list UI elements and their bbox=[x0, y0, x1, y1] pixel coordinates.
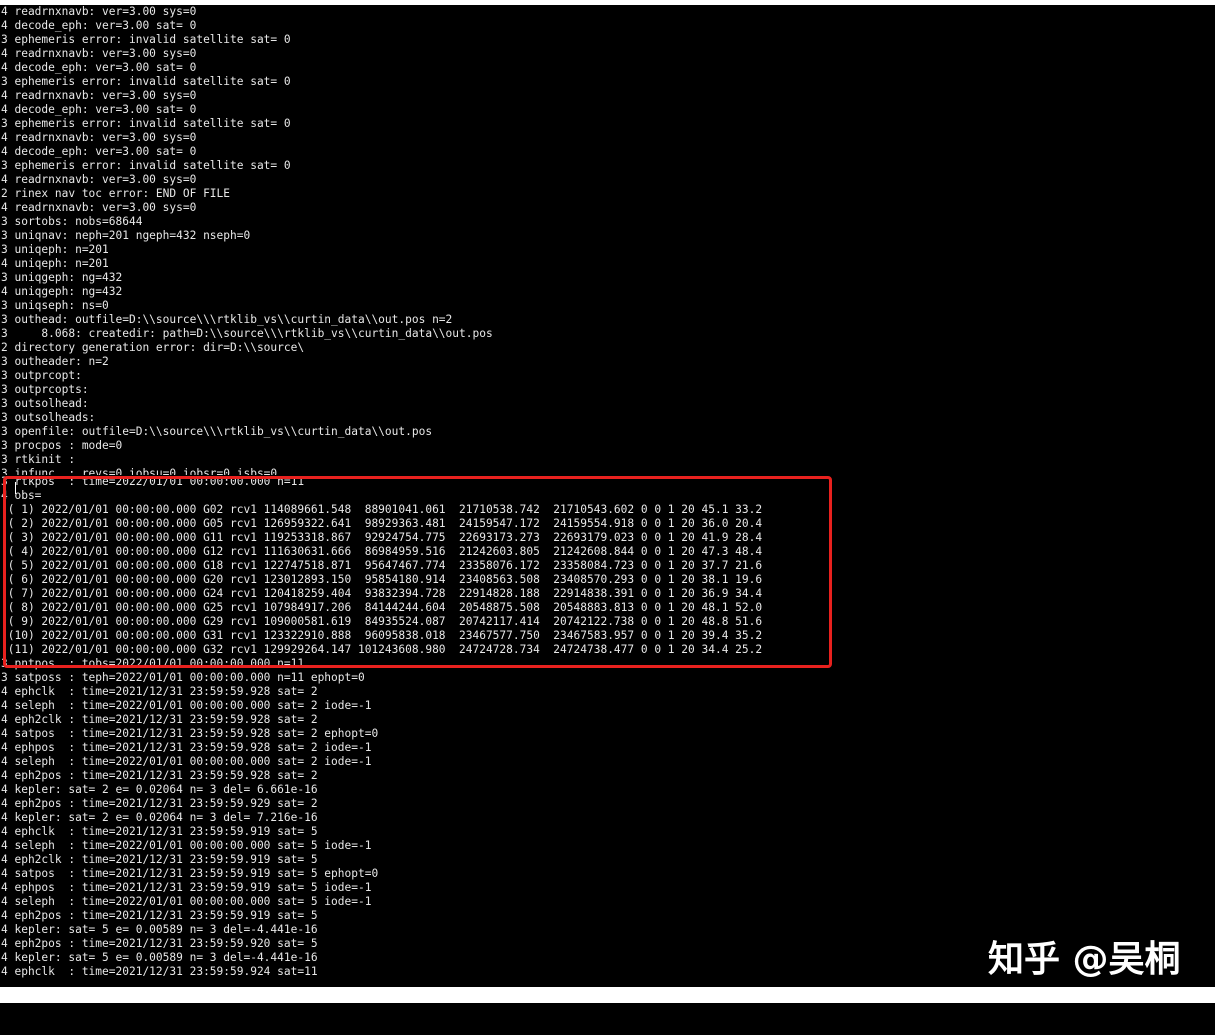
trace-line: 4 ephpos : time=2021/12/31 23:59:59.919 … bbox=[1, 881, 372, 894]
trace-line: 3 satposs : teph=2022/01/01 00:00:00.000… bbox=[1, 671, 365, 684]
trace-line: 4 eph2clk : time=2021/12/31 23:59:59.919… bbox=[1, 853, 318, 866]
trace-line: 3 rtkinit : bbox=[1, 453, 76, 466]
trace-line: 3 ephemeris error: invalid satellite sat… bbox=[1, 159, 291, 172]
trace-line: 4 readrnxnavb: ver=3.00 sys=0 bbox=[1, 131, 197, 144]
trace-line: 3 ephemeris error: invalid satellite sat… bbox=[1, 117, 291, 130]
trace-line: 4 ephclk : time=2021/12/31 23:59:59.924 … bbox=[1, 965, 318, 978]
status-bar: ./out.pos.trace [dos] (16:32 21/08/2022) bbox=[0, 987, 1215, 1023]
trace-line: 3 8.068: createdir: path=D:\\source\\\rt… bbox=[1, 327, 493, 340]
trace-line: ( 3) 2022/01/01 00:00:00.000 G11 rcv1 11… bbox=[1, 531, 763, 544]
trace-line: ( 1) 2022/01/01 00:00:00.000 G02 rcv1 11… bbox=[1, 503, 763, 516]
trace-line: ( 8) 2022/01/01 00:00:00.000 G25 rcv1 10… bbox=[1, 601, 763, 614]
trace-line: 3 openfile: outfile=D:\\source\\\rtklib_… bbox=[1, 425, 433, 438]
trace-line: 4 eph2pos : time=2021/12/31 23:59:59.929… bbox=[1, 797, 318, 810]
trace-line: 3 outhead: outfile=D:\\source\\\rtklib_v… bbox=[1, 313, 453, 326]
trace-line: ( 2) 2022/01/01 00:00:00.000 G05 rcv1 12… bbox=[1, 517, 763, 530]
trace-line: 4 uniqeph: n=201 bbox=[1, 257, 109, 270]
trace-line: 3 ephemeris error: invalid satellite sat… bbox=[1, 75, 291, 88]
trace-line: 4 readrnxnavb: ver=3.00 sys=0 bbox=[1, 47, 197, 60]
trace-line: 4 ephpos : time=2021/12/31 23:59:59.928 … bbox=[1, 741, 372, 754]
trace-line: 3 rtkpos : time=2022/01/01 00:00:00.000 … bbox=[1, 475, 305, 488]
trace-line: 4 kepler: sat= 2 e= 0.02064 n= 3 del= 6.… bbox=[1, 783, 318, 796]
trace-line: 2 rinex nav toc error: END OF FILE bbox=[1, 187, 231, 200]
trace-line: 4 kepler: sat= 5 e= 0.00589 n= 3 del=-4.… bbox=[1, 923, 318, 936]
trace-line: 4 eph2pos : time=2021/12/31 23:59:59.920… bbox=[1, 937, 318, 950]
status-bar-text: ./out.pos.trace [dos] (16:32 21/08/2022) bbox=[1, 1010, 271, 1023]
trace-line: 3 uniqeph: n=201 bbox=[1, 243, 109, 256]
trace-line: ( 4) 2022/01/01 00:00:00.000 G12 rcv1 11… bbox=[1, 545, 763, 558]
trace-line: 4 decode_eph: ver=3.00 sat= 0 bbox=[1, 103, 197, 116]
trace-line: 4 readrnxnavb: ver=3.00 sys=0 bbox=[1, 173, 197, 186]
trace-line: 4 decode_eph: ver=3.00 sat= 0 bbox=[1, 61, 197, 74]
trace-line: 4 seleph : time=2022/01/01 00:00:00.000 … bbox=[1, 755, 372, 768]
trace-line: 3 outprcopt: bbox=[1, 369, 82, 382]
trace-line: 4 seleph : time=2022/01/01 00:00:00.000 … bbox=[1, 895, 372, 908]
trace-line: 4 satpos : time=2021/12/31 23:59:59.928 … bbox=[1, 727, 379, 740]
trace-line: 2 directory generation error: dir=D:\\so… bbox=[1, 341, 305, 354]
trace-line: 4 satpos : time=2021/12/31 23:59:59.919 … bbox=[1, 867, 379, 880]
trace-line: 4 seleph : time=2022/01/01 00:00:00.000 … bbox=[1, 839, 372, 852]
trace-line: 3 uniqseph: ns=0 bbox=[1, 299, 109, 312]
trace-line: 4 readrnxnavb: ver=3.00 sys=0 bbox=[1, 201, 197, 214]
trace-line: 4 kepler: sat= 5 e= 0.00589 n= 3 del=-4.… bbox=[1, 951, 318, 964]
trace-line: 4 obs= bbox=[1, 489, 42, 502]
trace-line: 4 readrnxnavb: ver=3.00 sys=0 bbox=[1, 5, 197, 18]
trace-line: 3 infunc : revs=0 iobsu=0 iobsr=0 isbs=0 bbox=[1, 467, 278, 475]
trace-line: 4 decode_eph: ver=3.00 sat= 0 bbox=[1, 145, 197, 158]
trace-line: 4 eph2clk : time=2021/12/31 23:59:59.928… bbox=[1, 713, 318, 726]
trace-line: ( 5) 2022/01/01 00:00:00.000 G18 rcv1 12… bbox=[1, 559, 763, 572]
trace-line: ( 9) 2022/01/01 00:00:00.000 G29 rcv1 10… bbox=[1, 615, 763, 628]
trace-line: (10) 2022/01/01 00:00:00.000 G31 rcv1 12… bbox=[1, 629, 763, 642]
trace-line: 3 sortobs: nobs=68644 bbox=[1, 215, 143, 228]
trace-line: 4 kepler: sat= 2 e= 0.02064 n= 3 del= 7.… bbox=[1, 811, 318, 824]
trace-line: 3 outprcopts: bbox=[1, 383, 89, 396]
trace-line: 4 seleph : time=2022/01/01 00:00:00.000 … bbox=[1, 699, 372, 712]
terminal-output[interactable]: 4 readrnxnavb: ver=3.00 sys=0 4 decode_ep… bbox=[0, 0, 1215, 987]
trace-line: 3 outsolheads: bbox=[1, 411, 96, 424]
text-cursor bbox=[15, 482, 16, 494]
zhihu-watermark: 知乎 @吴桐 bbox=[988, 939, 1181, 980]
trace-line: (11) 2022/01/01 00:00:00.000 G32 rcv1 12… bbox=[1, 643, 763, 656]
trace-line: 4 ephclk : time=2021/12/31 23:59:59.928 … bbox=[1, 685, 318, 698]
trace-line: 4 uniqgeph: ng=432 bbox=[1, 285, 123, 298]
trace-line: 3 outheader: n=2 bbox=[1, 355, 109, 368]
trace-line: 3 ephemeris error: invalid satellite sat… bbox=[1, 33, 291, 46]
trace-line: 4 eph2pos : time=2021/12/31 23:59:59.919… bbox=[1, 909, 318, 922]
trace-line: 3 procpos : mode=0 bbox=[1, 439, 123, 452]
trace-line: ( 6) 2022/01/01 00:00:00.000 G20 rcv1 12… bbox=[1, 573, 763, 586]
trace-line: 3 outsolhead: bbox=[1, 397, 89, 410]
trace-line: 3 pntpos : tobs=2022/01/01 00:00:00.000 … bbox=[1, 657, 305, 670]
trace-line: 4 eph2pos : time=2021/12/31 23:59:59.928… bbox=[1, 769, 318, 782]
trace-line: 4 ephclk : time=2021/12/31 23:59:59.919 … bbox=[1, 825, 318, 838]
trace-line: ( 7) 2022/01/01 00:00:00.000 G24 rcv1 12… bbox=[1, 587, 763, 600]
trace-line: 3 uniqgeph: ng=432 bbox=[1, 271, 123, 284]
trace-line: 3 uniqnav: neph=201 ngeph=432 nseph=0 bbox=[1, 229, 251, 242]
trace-line: 4 readrnxnavb: ver=3.00 sys=0 bbox=[1, 89, 197, 102]
trace-line: 4 decode_eph: ver=3.00 sat= 0 bbox=[1, 19, 197, 32]
trace-lines: 4 readrnxnavb: ver=3.00 sys=0 4 decode_ep… bbox=[0, 5, 762, 979]
